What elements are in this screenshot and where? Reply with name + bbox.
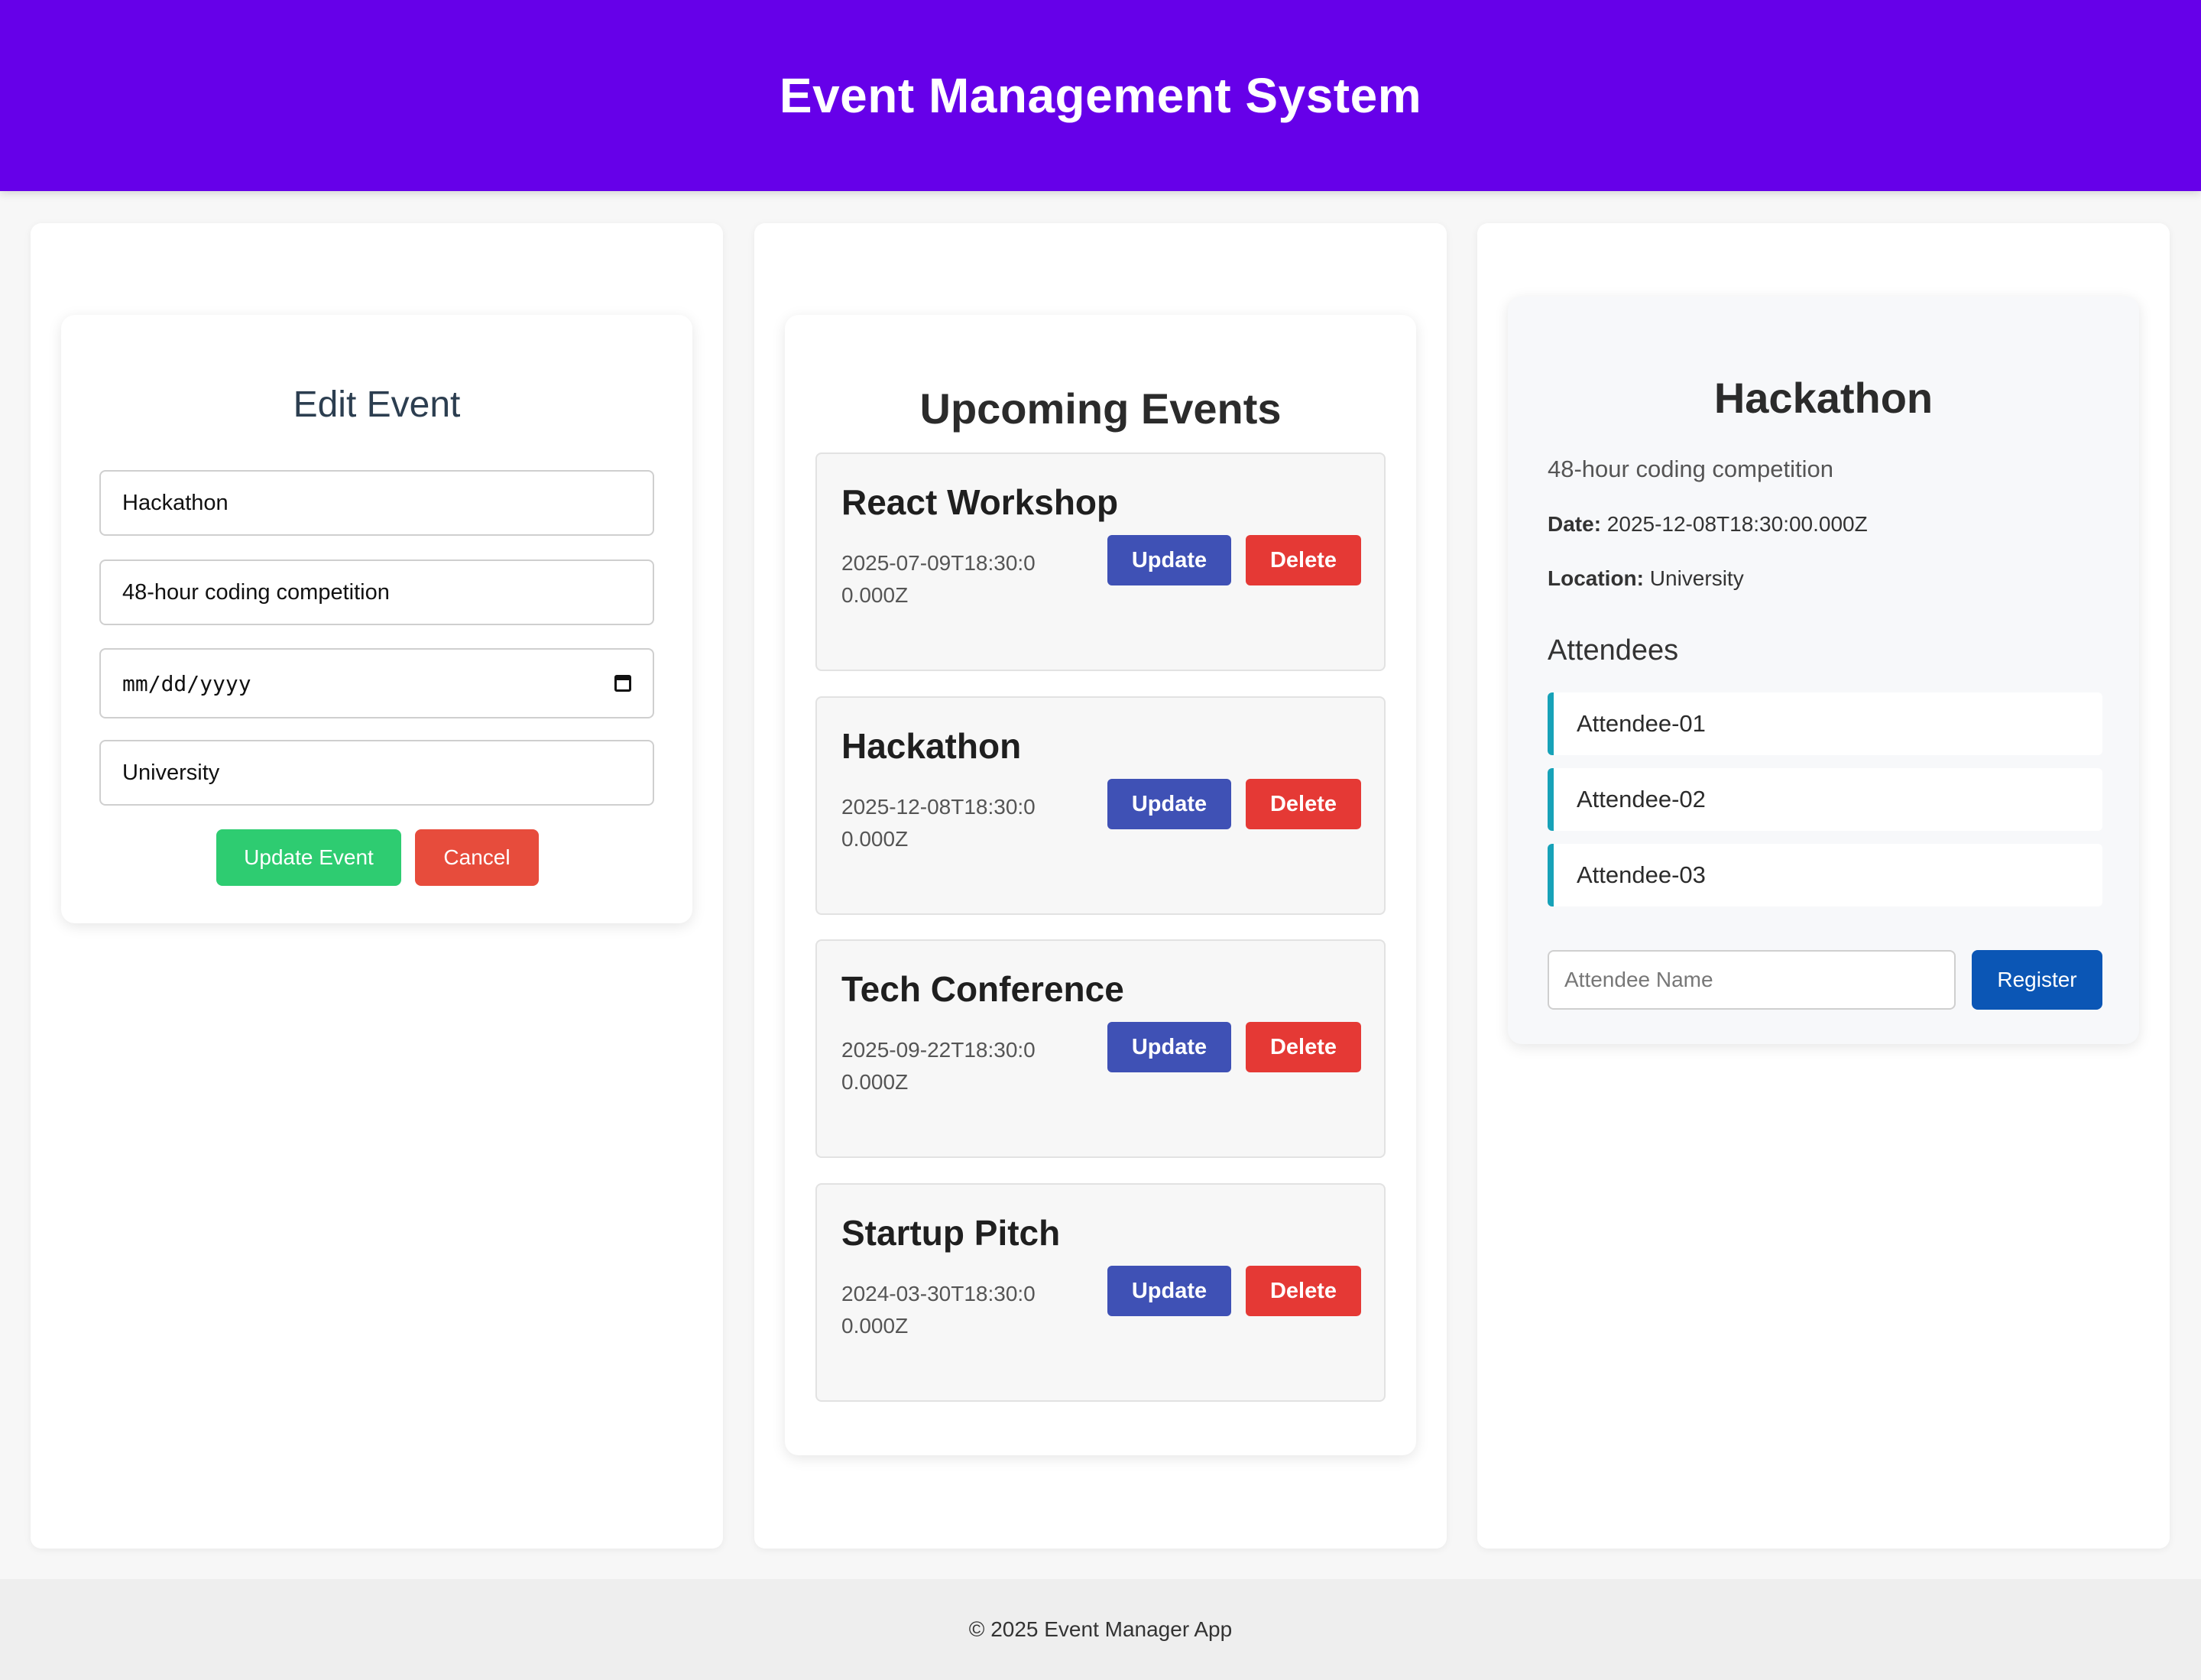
location-value: University <box>1649 566 1744 590</box>
event-item: Hackathon 2025-12-08T18:30:00.000Z Updat… <box>815 696 1386 915</box>
event-detail-panel: Hackathon 48-hour coding competition Dat… <box>1477 223 2170 1549</box>
event-update-button[interactable]: Update <box>1107 1266 1231 1316</box>
upcoming-events-card: Upcoming Events React Workshop 2025-07-0… <box>785 315 1416 1455</box>
footer-text: © 2025 Event Manager App <box>968 1617 1233 1641</box>
edit-event-title: Edit Event <box>293 384 461 425</box>
edit-event-panel: Edit Event Hackathon 48-hour coding comp… <box>31 223 723 1549</box>
date-value: 2025-12-08T18:30:00.000Z <box>1606 512 1868 536</box>
event-item-name: Tech Conference <box>841 969 1124 1009</box>
app-footer: © 2025 Event Manager App <box>0 1579 2201 1680</box>
event-update-button[interactable]: Update <box>1107 1022 1231 1072</box>
attendees-heading: Attendees <box>1548 634 1679 666</box>
attendee-item: Attendee-03 <box>1548 844 2102 906</box>
event-location-input[interactable]: University <box>99 740 654 806</box>
attendee-item: Attendee-01 <box>1548 692 2102 755</box>
event-detail-card: Hackathon 48-hour coding competition Dat… <box>1508 297 2139 1044</box>
attendee-name-placeholder: Attendee Name <box>1564 968 1713 991</box>
event-item-date: 2025-07-09T18:30:00.000Z <box>841 551 1036 607</box>
event-location-value: University <box>122 760 220 785</box>
attendee-item: Attendee-02 <box>1548 768 2102 831</box>
event-delete-button[interactable]: Delete <box>1246 779 1361 829</box>
edit-event-form: Edit Event Hackathon 48-hour coding comp… <box>61 315 692 923</box>
event-delete-button[interactable]: Delete <box>1246 535 1361 585</box>
event-description-input[interactable]: 48-hour coding competition <box>99 559 654 625</box>
cancel-button[interactable]: Cancel <box>415 829 539 886</box>
event-item-date: 2025-12-08T18:30:00.000Z <box>841 795 1036 851</box>
register-button[interactable]: Register <box>1972 950 2102 1010</box>
event-delete-button[interactable]: Delete <box>1246 1266 1361 1316</box>
upcoming-events-title: Upcoming Events <box>919 384 1282 433</box>
event-item-name: React Workshop <box>841 482 1119 522</box>
events-panel: Upcoming Events React Workshop 2025-07-0… <box>754 223 1447 1549</box>
event-item: Startup Pitch 2024-03-30T18:30:00.000Z U… <box>815 1183 1386 1402</box>
event-detail-date: Date: 2025-12-08T18:30:00.000Z <box>1548 512 1868 537</box>
event-item: Tech Conference 2025-09-22T18:30:00.000Z… <box>815 939 1386 1158</box>
update-event-button[interactable]: Update Event <box>216 829 401 886</box>
app-header: Event Management System <box>0 0 2201 191</box>
date-label: Date: <box>1548 512 1602 536</box>
event-detail-title: Hackathon <box>1713 374 1934 422</box>
event-date-placeholder: mm/dd/yyyy <box>122 670 251 696</box>
event-update-button[interactable]: Update <box>1107 535 1231 585</box>
event-date-input[interactable]: mm/dd/yyyy <box>99 648 654 718</box>
event-update-button[interactable]: Update <box>1107 779 1231 829</box>
event-name-input[interactable]: Hackathon <box>99 470 654 536</box>
page-title: Event Management System <box>779 68 1422 123</box>
event-item-date: 2024-03-30T18:30:00.000Z <box>841 1282 1036 1338</box>
attendee-name-input[interactable]: Attendee Name <box>1548 950 1956 1010</box>
event-item-name: Hackathon <box>841 726 1022 766</box>
event-detail-description: 48-hour coding competition <box>1548 456 1833 482</box>
event-name-value: Hackathon <box>122 490 229 515</box>
event-delete-button[interactable]: Delete <box>1246 1022 1361 1072</box>
event-detail-location: Location: University <box>1548 566 1744 591</box>
location-label: Location: <box>1548 566 1644 590</box>
event-item-date: 2025-09-22T18:30:00.000Z <box>841 1038 1036 1094</box>
event-item-name: Startup Pitch <box>841 1213 1061 1253</box>
event-description-value: 48-hour coding competition <box>122 579 390 605</box>
event-item: React Workshop 2025-07-09T18:30:00.000Z … <box>815 452 1386 671</box>
calendar-icon[interactable] <box>614 675 631 692</box>
